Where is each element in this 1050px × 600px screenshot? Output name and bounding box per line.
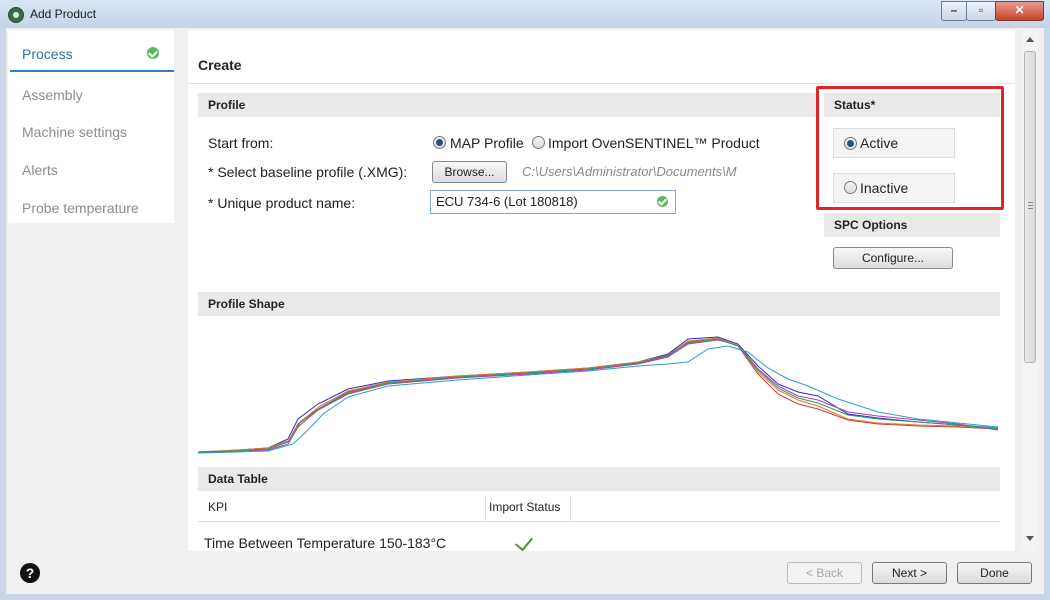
start-from-label: Start from: — [208, 135, 274, 151]
profile-series-3 — [198, 339, 999, 454]
sidebar-item-machine-settings[interactable]: Machine settings — [22, 124, 127, 140]
active-tab-indicator — [10, 70, 174, 72]
sidebar-item-assembly[interactable]: Assembly — [22, 87, 83, 103]
configure-button[interactable]: Configure... — [833, 247, 953, 269]
back-button[interactable]: < Back — [787, 562, 862, 584]
done-button[interactable]: Done — [957, 562, 1032, 584]
vertical-scrollbar[interactable] — [1022, 30, 1038, 551]
window-title: Add Product — [30, 7, 97, 21]
grip-line — [1028, 205, 1033, 206]
page-title: Create — [198, 57, 242, 73]
import-ovensentinel-label[interactable]: Import OvenSENTINEL™ Product — [548, 135, 760, 151]
profile-shape-header: Profile Shape — [198, 292, 1000, 316]
grip-line — [1028, 208, 1033, 209]
sidebar-item-alerts[interactable]: Alerts — [22, 162, 58, 178]
map-profile-radio[interactable] — [433, 136, 446, 149]
status-highlight-frame — [816, 86, 1004, 210]
maximize-icon: ▫ — [978, 3, 984, 17]
kpi-column-header: KPI — [208, 500, 228, 514]
title-bar: Add Product – ▫ ✕ — [0, 0, 1050, 28]
scroll-up-arrow-icon[interactable] — [1026, 37, 1034, 42]
browse-button[interactable]: Browse... — [432, 161, 507, 183]
data-table-header: Data Table — [198, 467, 1000, 491]
table-row-kpi: Time Between Temperature 150-183°C — [204, 535, 447, 551]
close-icon: ✕ — [1014, 3, 1025, 17]
column-separator — [570, 495, 571, 521]
table-header-divider — [198, 521, 1000, 522]
profile-series-6 — [198, 338, 999, 453]
scroll-thumb[interactable] — [1024, 51, 1036, 363]
import-ovensentinel-radio[interactable] — [532, 136, 545, 149]
baseline-profile-label: * Select baseline profile (.XMG): — [208, 164, 408, 180]
map-profile-label[interactable]: MAP Profile — [450, 135, 524, 151]
column-separator — [485, 495, 486, 521]
profile-series-2 — [198, 338, 999, 453]
baseline-path-text: C:\Users\Administrator\Documents\M — [522, 164, 737, 179]
profile-series-5 — [198, 337, 999, 453]
help-icon[interactable]: ? — [20, 563, 40, 583]
profile-section-header: Profile — [198, 93, 816, 117]
close-button[interactable]: ✕ — [995, 1, 1044, 21]
profile-series-1 — [198, 336, 999, 453]
divider — [188, 83, 1015, 84]
sidebar: Process Assembly Machine settings Alerts… — [8, 30, 174, 223]
app-icon — [8, 7, 24, 23]
minimize-button[interactable]: – — [941, 1, 967, 21]
grip-line — [1028, 202, 1033, 203]
valid-check-icon — [657, 196, 668, 207]
maximize-button[interactable]: ▫ — [966, 1, 996, 21]
completed-check-icon — [147, 47, 159, 59]
product-name-label: * Unique product name: — [208, 195, 356, 211]
profile-series-4 — [198, 345, 999, 454]
import-status-column-header: Import Status — [489, 500, 561, 514]
sidebar-item-probe-temperature[interactable]: Probe temperature — [22, 200, 139, 216]
import-success-check-icon — [515, 532, 533, 551]
spc-options-header: SPC Options — [824, 213, 1000, 237]
sidebar-item-process[interactable]: Process — [22, 46, 73, 62]
next-button[interactable]: Next > — [872, 562, 947, 584]
product-name-input[interactable]: ECU 734-6 (Lot 180818) — [430, 190, 676, 214]
minimize-icon: – — [950, 3, 958, 17]
profile-shape-plot — [198, 336, 999, 454]
scroll-down-arrow-icon[interactable] — [1026, 536, 1034, 541]
window: Add Product – ▫ ✕ Process Assembly Machi… — [0, 0, 1050, 600]
